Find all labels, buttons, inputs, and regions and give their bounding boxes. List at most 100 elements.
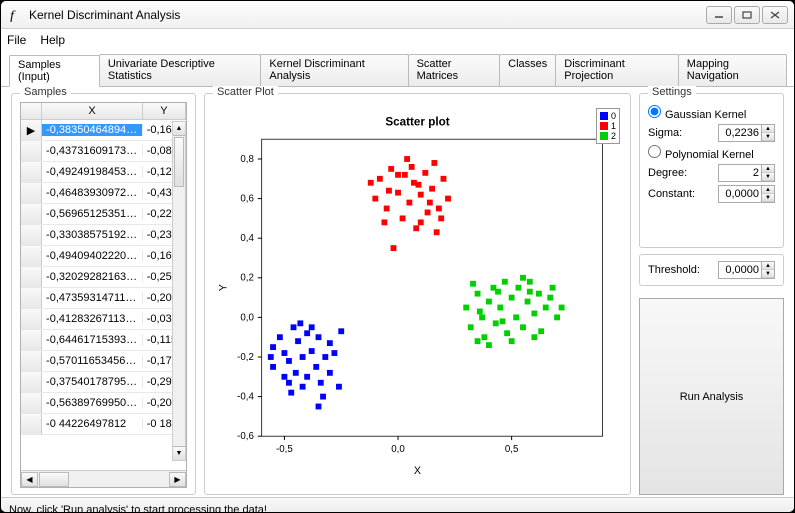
- degree-up[interactable]: ▲: [762, 165, 774, 173]
- table-row[interactable]: -0,46483930972…-0,437: [21, 183, 186, 204]
- threshold-up[interactable]: ▲: [762, 262, 774, 270]
- constant-up[interactable]: ▲: [762, 186, 774, 194]
- h-scroll-thumb[interactable]: [39, 472, 69, 487]
- table-row[interactable]: -0,41283267113…-0,039: [21, 309, 186, 330]
- sigma-label: Sigma:: [648, 127, 682, 139]
- h-scrollbar[interactable]: ◀ ▶: [21, 470, 186, 487]
- col-x-header[interactable]: X: [42, 103, 142, 119]
- legend-swatch: [600, 122, 608, 130]
- threshold-input[interactable]: [719, 264, 761, 276]
- svg-text:-0,4: -0,4: [237, 392, 254, 403]
- degree-input[interactable]: [719, 167, 761, 179]
- legend-label: 1: [611, 121, 616, 131]
- svg-text:Y: Y: [218, 284, 230, 291]
- titlebar: f Kernel Discriminant Analysis: [1, 1, 794, 29]
- degree-spinner[interactable]: ▲▼: [718, 164, 775, 182]
- svg-text:X: X: [414, 465, 421, 477]
- constant-spinner[interactable]: ▲▼: [718, 185, 775, 203]
- tab-univariate-descriptive-statistics[interactable]: Univariate Descriptive Statistics: [99, 54, 262, 86]
- table-row[interactable]: -0,56965125351…-0,227: [21, 204, 186, 225]
- cell-x[interactable]: -0,46483930972…: [42, 187, 143, 199]
- tab-kernel-discriminant-analysis[interactable]: Kernel Discriminant Analysis: [260, 54, 408, 86]
- cell-x[interactable]: -0,41283267113…: [42, 313, 143, 325]
- v-scrollbar[interactable]: ▲ ▼: [172, 121, 186, 461]
- svg-text:-0,6: -0,6: [237, 431, 254, 442]
- row-header: [21, 351, 42, 371]
- svg-text:0,0: 0,0: [240, 312, 254, 323]
- scroll-down-button[interactable]: ▼: [173, 446, 185, 460]
- scroll-right-button[interactable]: ▶: [169, 472, 186, 487]
- gaussian-radio[interactable]: [648, 105, 661, 118]
- tabstrip: Samples (Input)Univariate Descriptive St…: [1, 51, 794, 87]
- menubar: File Help: [1, 29, 794, 51]
- svg-text:-0,2: -0,2: [237, 352, 254, 363]
- cell-x[interactable]: -0,64461715393…: [42, 334, 143, 346]
- constant-down[interactable]: ▼: [762, 194, 774, 202]
- minimize-button[interactable]: [706, 6, 732, 24]
- table-row[interactable]: -0,57011653456…-0,173: [21, 351, 186, 372]
- table-row[interactable]: -0,43731609173…-0,087: [21, 141, 186, 162]
- constant-input[interactable]: [719, 188, 761, 200]
- svg-text:0,6: 0,6: [240, 194, 254, 205]
- svg-text:0,0: 0,0: [391, 444, 405, 455]
- chart-area: Scatter plot-0,50,00,5-0,6-0,4-0,20,00,2…: [213, 102, 622, 488]
- cell-x[interactable]: -0,43731609173…: [42, 145, 143, 157]
- v-scroll-thumb[interactable]: [174, 137, 184, 187]
- threshold-spinner[interactable]: ▲▼: [718, 261, 775, 279]
- svg-text:0,5: 0,5: [505, 444, 519, 455]
- table-row[interactable]: -0,33038575192…-0,232: [21, 225, 186, 246]
- legend-item: 2: [600, 131, 616, 141]
- legend-label: 0: [611, 111, 616, 121]
- sigma-down[interactable]: ▼: [762, 133, 774, 141]
- table-row[interactable]: -0,64461715393…-0,115: [21, 330, 186, 351]
- cell-x[interactable]: -0,32029282163…: [42, 271, 143, 283]
- tab-discriminant-projection[interactable]: Discriminant Projection: [555, 54, 679, 86]
- table-row[interactable]: -0,37540178795…-0,292: [21, 372, 186, 393]
- cell-x[interactable]: -0,49249198453…: [42, 166, 143, 178]
- scroll-left-button[interactable]: ◀: [21, 472, 38, 487]
- cell-x[interactable]: -0,49409402220…: [42, 250, 143, 262]
- table-row[interactable]: -0,32029282163…-0,251: [21, 267, 186, 288]
- cell-x[interactable]: -0,38350464894…: [42, 124, 143, 136]
- tab-classes[interactable]: Classes: [499, 54, 556, 86]
- maximize-button[interactable]: [734, 6, 760, 24]
- row-header: [21, 162, 42, 182]
- table-row[interactable]: ▶-0,38350464894…-0,162: [21, 120, 186, 141]
- run-analysis-button[interactable]: Run Analysis: [639, 298, 784, 495]
- scatter-group: Scatter Plot Scatter plot-0,50,00,5-0,6-…: [204, 93, 631, 495]
- sigma-up[interactable]: ▲: [762, 125, 774, 133]
- table-row[interactable]: -0 44226497812-0 185: [21, 414, 186, 435]
- cell-x[interactable]: -0,47359314711…: [42, 292, 143, 304]
- sigma-spinner[interactable]: ▲▼: [718, 124, 775, 142]
- tab-samples-input-[interactable]: Samples (Input): [9, 55, 100, 87]
- poly-radio-label[interactable]: Polynomial Kernel: [648, 145, 754, 161]
- samples-group: Samples X Y ▶-0,38350464894…-0,162-0,437…: [11, 93, 196, 495]
- cell-x[interactable]: -0,37540178795…: [42, 376, 143, 388]
- cell-x[interactable]: -0,57011653456…: [42, 355, 143, 367]
- close-button[interactable]: [762, 6, 788, 24]
- cell-x[interactable]: -0,56389769950…: [42, 397, 143, 409]
- table-row[interactable]: -0,47359314711…-0,200: [21, 288, 186, 309]
- col-y-header[interactable]: Y: [143, 103, 186, 119]
- menu-file[interactable]: File: [7, 33, 26, 47]
- row-header: [21, 330, 42, 350]
- samples-grid[interactable]: X Y ▶-0,38350464894…-0,162-0,43731609173…: [20, 102, 187, 488]
- grid-body: ▶-0,38350464894…-0,162-0,43731609173…-0,…: [21, 120, 186, 470]
- cell-x[interactable]: -0 44226497812: [42, 418, 143, 430]
- status-text: Now, click 'Run analysis' to start proce…: [9, 504, 267, 513]
- table-row[interactable]: -0,49249198453…-0,127: [21, 162, 186, 183]
- degree-down[interactable]: ▼: [762, 173, 774, 181]
- poly-radio[interactable]: [648, 145, 661, 158]
- tab-scatter-matrices[interactable]: Scatter Matrices: [408, 54, 501, 86]
- scroll-up-button[interactable]: ▲: [173, 122, 185, 136]
- table-row[interactable]: -0,49409402220…-0,168: [21, 246, 186, 267]
- tab-mapping-navigation[interactable]: Mapping Navigation: [678, 54, 787, 86]
- cell-x[interactable]: -0,56965125351…: [42, 208, 143, 220]
- legend-swatch: [600, 132, 608, 140]
- cell-x[interactable]: -0,33038575192…: [42, 229, 143, 241]
- sigma-input[interactable]: [719, 127, 761, 139]
- threshold-down[interactable]: ▼: [762, 270, 774, 278]
- menu-help[interactable]: Help: [40, 33, 65, 47]
- gaussian-radio-label[interactable]: Gaussian Kernel: [648, 105, 746, 121]
- table-row[interactable]: -0,56389769950…-0,207: [21, 393, 186, 414]
